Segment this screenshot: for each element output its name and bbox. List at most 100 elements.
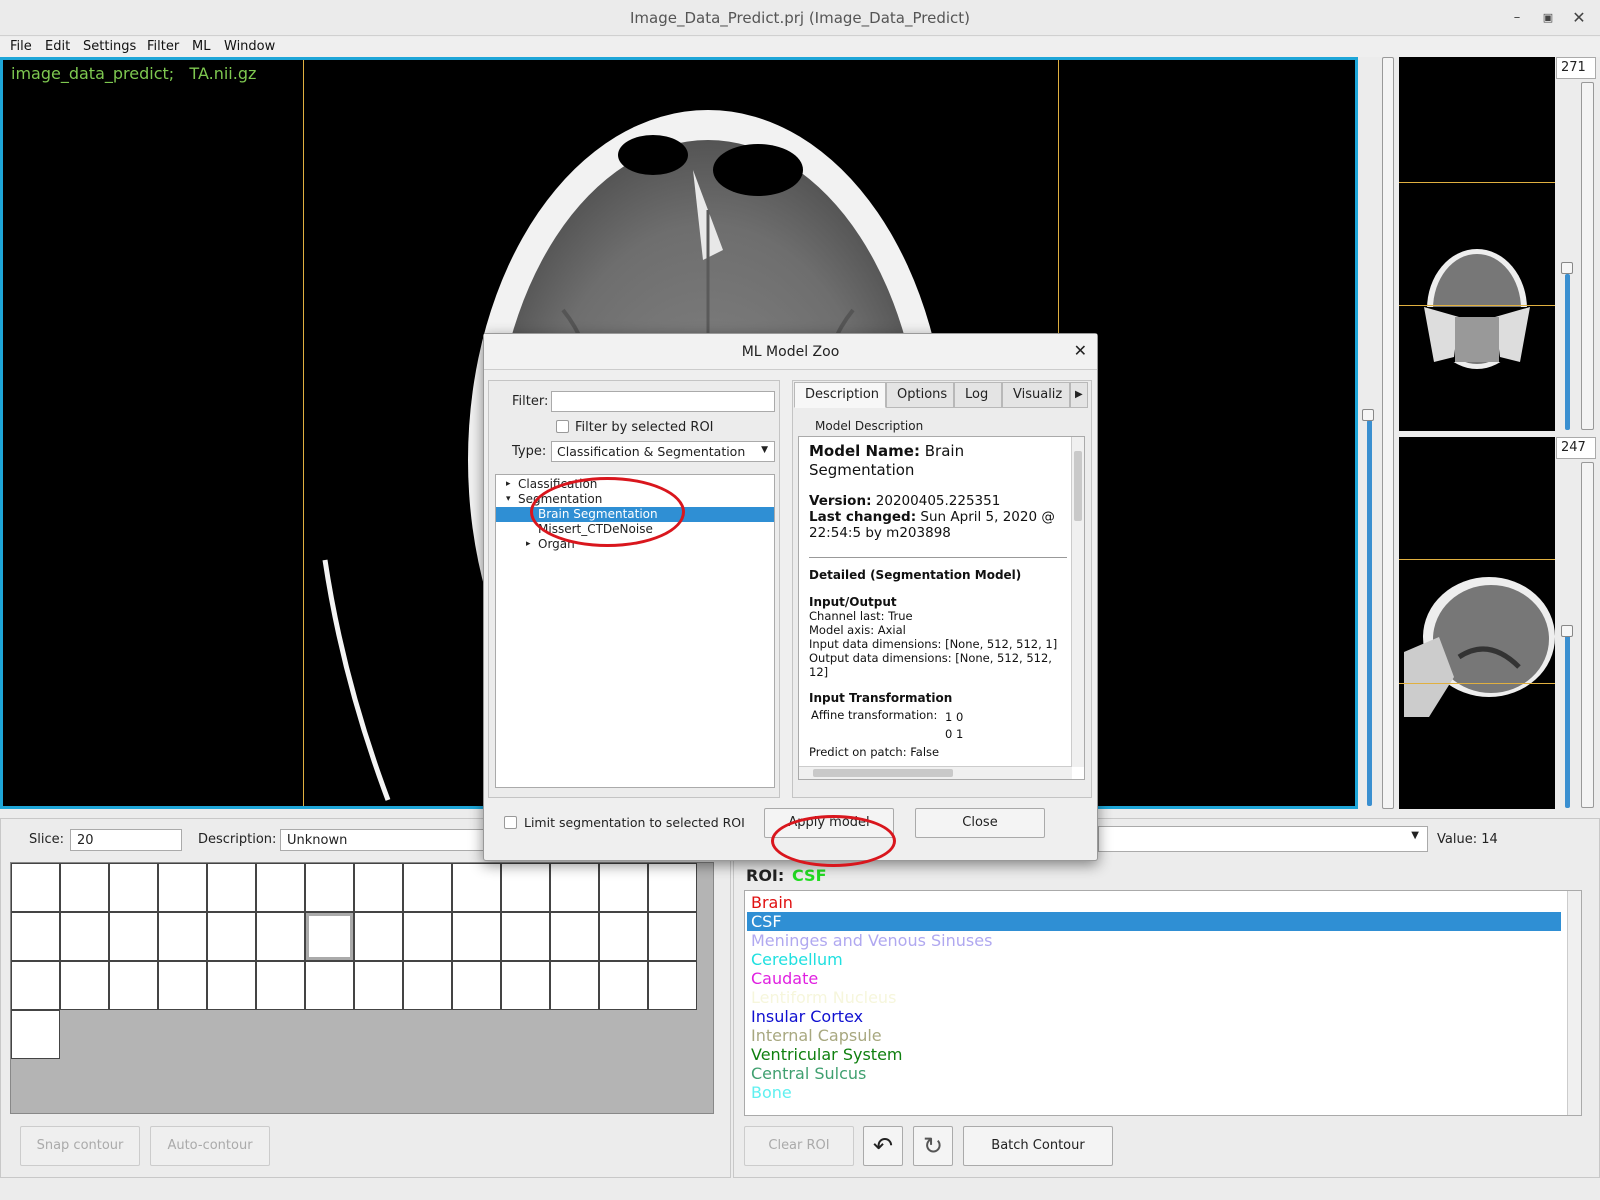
slice-thumbnail-cell[interactable] (550, 912, 599, 961)
menu-filter[interactable]: Filter (147, 39, 179, 54)
roi-list-item[interactable]: Bone (747, 1083, 1561, 1102)
collapse-arrow-icon[interactable]: ▸ (526, 537, 531, 552)
slice-thumbnail-cell[interactable] (305, 863, 354, 912)
slice-thumbnail-cell[interactable] (256, 912, 305, 961)
slice-thumbnail-cell[interactable] (158, 863, 207, 912)
slice-thumbnail-cell[interactable] (60, 912, 109, 961)
expand-arrow-icon[interactable]: ▾ (506, 492, 511, 507)
slice-thumbnail-cell[interactable] (207, 863, 256, 912)
description-vscrollbar[interactable] (1071, 437, 1084, 767)
slice-thumbnail-cell[interactable] (550, 863, 599, 912)
tab-description[interactable]: Description (794, 382, 886, 408)
slice-thumbnail-cell[interactable] (207, 961, 256, 1010)
menu-window[interactable]: Window (224, 39, 275, 54)
roi-list-item[interactable]: Brain (747, 893, 1561, 912)
roi-list-item[interactable]: Lentiform Nucleus (747, 988, 1561, 1007)
slice-thumbnail-cell[interactable] (452, 912, 501, 961)
slice-thumbnail-cell[interactable] (550, 961, 599, 1010)
slice-thumbnail-cell[interactable] (648, 912, 697, 961)
axial-slice-slider[interactable] (1382, 57, 1394, 809)
auto-contour-button[interactable]: Auto-contour (150, 1126, 270, 1166)
type-dropdown[interactable]: Classification & Segmentation ▼ (551, 441, 775, 462)
slice-thumbnail-cell[interactable] (452, 961, 501, 1010)
slice-thumbnail-cell[interactable] (354, 863, 403, 912)
tab-log[interactable]: Log (954, 382, 1002, 408)
tab-options[interactable]: Options (886, 382, 954, 408)
description-hscrollbar[interactable] (799, 766, 1072, 779)
sagittal-slider[interactable] (1581, 462, 1594, 808)
snap-contour-button[interactable]: Snap contour (20, 1126, 140, 1166)
slice-thumbnail-cell[interactable] (501, 961, 550, 1010)
menu-settings[interactable]: Settings (83, 39, 136, 54)
slice-thumbnail-cell[interactable] (501, 912, 550, 961)
slice-thumbnail-cell[interactable] (599, 961, 648, 1010)
filter-input[interactable] (551, 391, 775, 412)
description-input[interactable]: Unknown (280, 829, 490, 851)
slice-thumbnail-cell[interactable] (109, 863, 158, 912)
slice-thumbnail-cell[interactable] (599, 863, 648, 912)
slice-thumbnail-cell[interactable] (599, 912, 648, 961)
slice-thumbnail-cell[interactable] (60, 863, 109, 912)
slice-thumbnail-cell[interactable] (305, 912, 354, 961)
slice-thumbnail-cell[interactable] (11, 961, 60, 1010)
slice-thumbnail-cell[interactable] (501, 863, 550, 912)
slice-thumbnail-cell[interactable] (403, 912, 452, 961)
redo-icon[interactable]: ↻ (913, 1126, 953, 1166)
roi-list-item[interactable]: Internal Capsule (747, 1026, 1561, 1045)
slice-thumbnail-cell[interactable] (11, 912, 60, 961)
slice-thumbnail-cell[interactable] (256, 863, 305, 912)
roi-list-item[interactable]: Ventricular System (747, 1045, 1561, 1064)
coronal-thumbnail[interactable] (1399, 57, 1555, 431)
menu-ml[interactable]: ML (192, 39, 210, 54)
slice-thumbnail-cell[interactable] (11, 863, 60, 912)
axial-slider-handle[interactable] (1362, 409, 1374, 421)
close-button[interactable]: Close (915, 808, 1045, 838)
slice-thumbnail-cell[interactable] (305, 961, 354, 1010)
tab-scroll-right-icon[interactable]: ▶ (1070, 382, 1088, 408)
menu-edit[interactable]: Edit (45, 39, 70, 54)
slice-thumbnail-cell[interactable] (158, 912, 207, 961)
roi-list-scrollbar[interactable] (1567, 891, 1581, 1115)
slice-thumbnail-cell[interactable] (109, 912, 158, 961)
slice-thumbnail-cell[interactable] (60, 961, 109, 1010)
sagittal-slice-spinbox[interactable]: 247 (1556, 437, 1596, 459)
slice-thumbnail-cell[interactable] (403, 863, 452, 912)
slice-thumbnail-cell[interactable] (207, 912, 256, 961)
undo-icon[interactable]: ↶ (863, 1126, 903, 1166)
slice-thumbnail-cell[interactable] (158, 961, 207, 1010)
slice-thumbnail-cell[interactable] (11, 1010, 60, 1059)
roi-list-item[interactable]: Central Sulcus (747, 1064, 1561, 1083)
close-icon[interactable]: ✕ (1569, 8, 1589, 28)
menu-file[interactable]: File (10, 39, 32, 54)
sagittal-slider-handle[interactable] (1561, 625, 1573, 637)
slice-thumbnail-cell[interactable] (109, 961, 158, 1010)
maximize-icon[interactable]: ▣ (1538, 8, 1558, 28)
minimize-icon[interactable]: – (1507, 8, 1527, 28)
slice-input[interactable]: 20 (70, 829, 182, 851)
limit-roi-checkbox[interactable] (504, 816, 517, 829)
scrollbar-handle[interactable] (813, 769, 953, 777)
batch-contour-button[interactable]: Batch Contour (963, 1126, 1113, 1166)
slice-thumbnail-cell[interactable] (648, 863, 697, 912)
coronal-slice-spinbox[interactable]: 271 (1556, 57, 1596, 79)
slice-thumbnail-cell[interactable] (256, 961, 305, 1010)
roi-list-item[interactable]: Insular Cortex (747, 1007, 1561, 1026)
coronal-slider-handle[interactable] (1561, 262, 1573, 274)
slice-thumbnail-cell[interactable] (354, 961, 403, 1010)
roi-list-item[interactable]: Meninges and Venous Sinuses (747, 931, 1561, 950)
tab-visualization[interactable]: Visualiz (1002, 382, 1070, 408)
slice-thumbnail-cell[interactable] (354, 912, 403, 961)
sagittal-thumbnail[interactable] (1399, 437, 1555, 809)
roi-set-dropdown[interactable]: ▼ (1098, 826, 1428, 852)
roi-list-item[interactable]: CSF (747, 912, 1561, 931)
collapse-arrow-icon[interactable]: ▸ (506, 477, 511, 492)
clear-roi-button[interactable]: Clear ROI (744, 1126, 854, 1166)
slice-thumbnail-cell[interactable] (403, 961, 452, 1010)
close-icon[interactable]: ✕ (1074, 341, 1087, 360)
roi-list-item[interactable]: Caudate (747, 969, 1561, 988)
slice-thumbnail-cell[interactable] (452, 863, 501, 912)
roi-list-item[interactable]: Cerebellum (747, 950, 1561, 969)
roi-list[interactable]: Brain CSF Meninges and Venous Sinuses Cereb… (744, 890, 1582, 1116)
slice-thumbnail-cell[interactable] (648, 961, 697, 1010)
coronal-slider[interactable] (1581, 82, 1594, 430)
